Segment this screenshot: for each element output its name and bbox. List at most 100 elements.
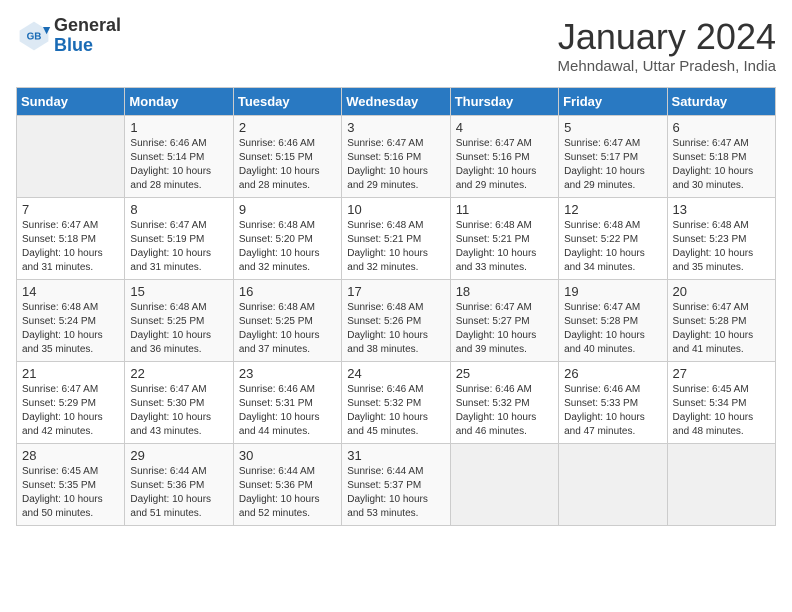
calendar-cell: [450, 444, 558, 526]
calendar-cell: 29Sunrise: 6:44 AM Sunset: 5:36 PM Dayli…: [125, 444, 233, 526]
calendar-cell: 5 Sunrise: 6:47 AM Sunset: 5:17 PM Daylig…: [559, 116, 667, 198]
logo-general-text: General: [54, 16, 121, 36]
calendar-cell: 17 Sunrise: 6:48 AM Sunset: 5:26 PM Dayli…: [342, 280, 450, 362]
day-number: 18: [456, 284, 553, 299]
calendar-cell: 6 Sunrise: 6:47 AM Sunset: 5:18 PM Daylig…: [667, 116, 775, 198]
day-number: 22: [130, 366, 227, 381]
calendar-cell: 21 Sunrise: 6:47 AM Sunset: 5:29 PM Dayli…: [17, 362, 125, 444]
logo-blue-text: Blue: [54, 36, 121, 56]
calendar-cell: 19 Sunrise: 6:47 AM Sunset: 5:28 PM Dayli…: [559, 280, 667, 362]
day-info: Sunrise: 6:47 AM Sunset: 5:28 PM Dayligh…: [564, 301, 661, 357]
day-info: Sunrise: 6:44 AM Sunset: 5:36 PM Dayligh…: [130, 465, 227, 521]
day-number: 31: [347, 448, 444, 463]
day-info: Sunrise: 6:44 AM Sunset: 5:37 PM Dayligh…: [347, 465, 444, 521]
col-header-wednesday: Wednesday: [342, 88, 450, 116]
calendar-cell: 13 Sunrise: 6:48 AM Sunset: 5:23 PM Dayli…: [667, 198, 775, 280]
day-info: Sunrise: 6:46 AM Sunset: 5:33 PM Dayligh…: [564, 383, 661, 439]
day-number: 11: [456, 202, 553, 217]
calendar-cell: 1Sunrise: 6:46 AM Sunset: 5:14 PM Daylig…: [125, 116, 233, 198]
calendar-cell: 16Sunrise: 6:48 AM Sunset: 5:25 PM Dayli…: [233, 280, 341, 362]
calendar-cell: 3 Sunrise: 6:47 AM Sunset: 5:16 PM Daylig…: [342, 116, 450, 198]
day-info: Sunrise: 6:47 AM Sunset: 5:30 PM Dayligh…: [130, 383, 227, 439]
calendar-cell: 27 Sunrise: 6:45 AM Sunset: 5:34 PM Dayli…: [667, 362, 775, 444]
day-info: Sunrise: 6:46 AM Sunset: 5:32 PM Dayligh…: [347, 383, 444, 439]
day-info: Sunrise: 6:47 AM Sunset: 5:27 PM Dayligh…: [456, 301, 553, 357]
day-info: Sunrise: 6:46 AM Sunset: 5:15 PM Dayligh…: [239, 137, 336, 193]
day-number: 3: [347, 120, 444, 135]
day-number: 15: [130, 284, 227, 299]
calendar-week-row: 14 Sunrise: 6:48 AM Sunset: 5:24 PM Dayli…: [17, 280, 776, 362]
calendar-cell: 2 Sunrise: 6:46 AM Sunset: 5:15 PM Daylig…: [233, 116, 341, 198]
day-number: 20: [673, 284, 770, 299]
calendar-cell: 26Sunrise: 6:46 AM Sunset: 5:33 PM Dayli…: [559, 362, 667, 444]
day-info: Sunrise: 6:48 AM Sunset: 5:23 PM Dayligh…: [673, 219, 770, 275]
calendar-cell: 8 Sunrise: 6:47 AM Sunset: 5:19 PM Daylig…: [125, 198, 233, 280]
calendar-week-row: 28 Sunrise: 6:45 AM Sunset: 5:35 PM Dayli…: [17, 444, 776, 526]
day-number: 14: [22, 284, 119, 299]
calendar-cell: 15 Sunrise: 6:48 AM Sunset: 5:25 PM Dayli…: [125, 280, 233, 362]
logo-icon: GB: [16, 18, 52, 54]
day-number: 17: [347, 284, 444, 299]
day-info: Sunrise: 6:44 AM Sunset: 5:36 PM Dayligh…: [239, 465, 336, 521]
day-info: Sunrise: 6:47 AM Sunset: 5:29 PM Dayligh…: [22, 383, 119, 439]
calendar-table: SundayMondayTuesdayWednesdayThursdayFrid…: [16, 87, 776, 526]
calendar-cell: [559, 444, 667, 526]
calendar-cell: 11 Sunrise: 6:48 AM Sunset: 5:21 PM Dayli…: [450, 198, 558, 280]
col-header-sunday: Sunday: [17, 88, 125, 116]
col-header-saturday: Saturday: [667, 88, 775, 116]
calendar-cell: 24 Sunrise: 6:46 AM Sunset: 5:32 PM Dayli…: [342, 362, 450, 444]
day-info: Sunrise: 6:47 AM Sunset: 5:18 PM Dayligh…: [22, 219, 119, 275]
calendar-header-row: SundayMondayTuesdayWednesdayThursdayFrid…: [17, 88, 776, 116]
page-header: GB General Blue January 2024 Mehndawal, …: [16, 16, 776, 75]
calendar-cell: 25Sunrise: 6:46 AM Sunset: 5:32 PM Dayli…: [450, 362, 558, 444]
day-number: 2: [239, 120, 336, 135]
day-info: Sunrise: 6:46 AM Sunset: 5:32 PM Dayligh…: [456, 383, 553, 439]
svg-text:GB: GB: [27, 31, 42, 42]
day-info: Sunrise: 6:48 AM Sunset: 5:24 PM Dayligh…: [22, 301, 119, 357]
calendar-cell: 23Sunrise: 6:46 AM Sunset: 5:31 PM Dayli…: [233, 362, 341, 444]
col-header-monday: Monday: [125, 88, 233, 116]
calendar-cell: 22 Sunrise: 6:47 AM Sunset: 5:30 PM Dayli…: [125, 362, 233, 444]
day-info: Sunrise: 6:48 AM Sunset: 5:26 PM Dayligh…: [347, 301, 444, 357]
calendar-cell: 28 Sunrise: 6:45 AM Sunset: 5:35 PM Dayli…: [17, 444, 125, 526]
day-info: Sunrise: 6:48 AM Sunset: 5:25 PM Dayligh…: [130, 301, 227, 357]
calendar-cell: [17, 116, 125, 198]
day-number: 30: [239, 448, 336, 463]
calendar-cell: 10Sunrise: 6:48 AM Sunset: 5:21 PM Dayli…: [342, 198, 450, 280]
calendar-cell: 20Sunrise: 6:47 AM Sunset: 5:28 PM Dayli…: [667, 280, 775, 362]
day-number: 21: [22, 366, 119, 381]
day-info: Sunrise: 6:45 AM Sunset: 5:35 PM Dayligh…: [22, 465, 119, 521]
day-number: 7: [22, 202, 119, 217]
day-number: 10: [347, 202, 444, 217]
calendar-cell: 31 Sunrise: 6:44 AM Sunset: 5:37 PM Dayli…: [342, 444, 450, 526]
day-number: 5: [564, 120, 661, 135]
day-number: 6: [673, 120, 770, 135]
day-info: Sunrise: 6:47 AM Sunset: 5:16 PM Dayligh…: [456, 137, 553, 193]
calendar-cell: 12Sunrise: 6:48 AM Sunset: 5:22 PM Dayli…: [559, 198, 667, 280]
day-info: Sunrise: 6:48 AM Sunset: 5:25 PM Dayligh…: [239, 301, 336, 357]
day-number: 24: [347, 366, 444, 381]
month-title: January 2024: [558, 16, 776, 58]
calendar-week-row: 21 Sunrise: 6:47 AM Sunset: 5:29 PM Dayli…: [17, 362, 776, 444]
day-info: Sunrise: 6:47 AM Sunset: 5:17 PM Dayligh…: [564, 137, 661, 193]
logo-text: General Blue: [54, 16, 121, 56]
day-info: Sunrise: 6:47 AM Sunset: 5:18 PM Dayligh…: [673, 137, 770, 193]
day-info: Sunrise: 6:47 AM Sunset: 5:19 PM Dayligh…: [130, 219, 227, 275]
day-info: Sunrise: 6:48 AM Sunset: 5:20 PM Dayligh…: [239, 219, 336, 275]
day-number: 28: [22, 448, 119, 463]
day-info: Sunrise: 6:48 AM Sunset: 5:21 PM Dayligh…: [456, 219, 553, 275]
calendar-week-row: 1Sunrise: 6:46 AM Sunset: 5:14 PM Daylig…: [17, 116, 776, 198]
day-number: 19: [564, 284, 661, 299]
day-number: 27: [673, 366, 770, 381]
day-info: Sunrise: 6:47 AM Sunset: 5:16 PM Dayligh…: [347, 137, 444, 193]
day-number: 12: [564, 202, 661, 217]
calendar-week-row: 7 Sunrise: 6:47 AM Sunset: 5:18 PM Daylig…: [17, 198, 776, 280]
calendar-cell: [667, 444, 775, 526]
calendar-cell: 14 Sunrise: 6:48 AM Sunset: 5:24 PM Dayli…: [17, 280, 125, 362]
day-number: 13: [673, 202, 770, 217]
day-number: 8: [130, 202, 227, 217]
day-number: 1: [130, 120, 227, 135]
logo: GB General Blue: [16, 16, 121, 56]
day-info: Sunrise: 6:45 AM Sunset: 5:34 PM Dayligh…: [673, 383, 770, 439]
location-subtitle: Mehndawal, Uttar Pradesh, India: [558, 58, 776, 75]
